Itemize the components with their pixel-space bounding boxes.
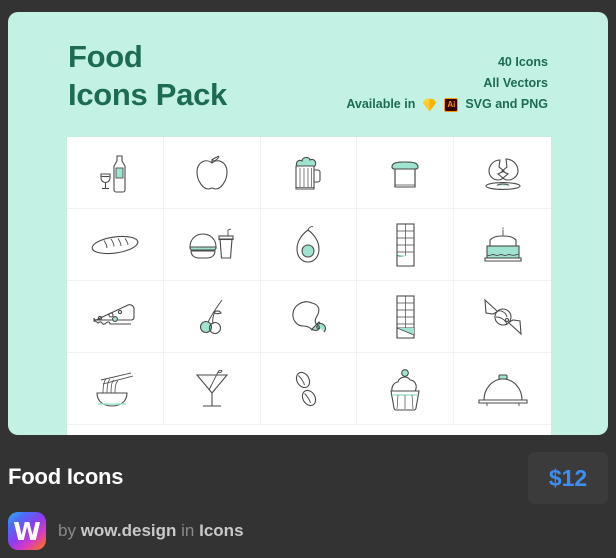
footer: Food Icons $12 W by wow.design in Icons — [0, 440, 616, 558]
available-in-label: Available in — [346, 97, 416, 111]
byline-by: by — [58, 521, 76, 540]
chicken-drumstick-icon — [282, 293, 334, 341]
author-name-link[interactable]: wow.design — [81, 521, 177, 540]
all-vectors-label: All Vectors — [483, 76, 548, 90]
icon-cell-noodle-bowl[interactable] — [67, 353, 164, 425]
icon-cell-wine-bottle-glass[interactable] — [67, 137, 164, 209]
icon-cell-burger-drink[interactable] — [163, 209, 261, 281]
wrapped-candy-icon — [476, 292, 530, 342]
icon-cell-apple[interactable] — [163, 137, 261, 209]
chocolate-bar-icon — [385, 219, 425, 271]
icon-cell-chocolate-bar-half[interactable] — [357, 281, 455, 353]
cheese-wedge-icon — [87, 296, 143, 338]
byline: by wow.design in Icons — [58, 521, 244, 541]
sketch-icon — [422, 98, 437, 112]
icon-grid — [67, 137, 551, 435]
icon-cell-chicken-drumstick[interactable] — [260, 281, 358, 353]
baguette-icon — [86, 225, 144, 265]
cherries-icon — [189, 292, 235, 342]
author-row: W by wow.design in Icons — [8, 512, 244, 550]
chocolate-bar-half-icon — [385, 291, 425, 343]
icon-cell-coffee-beans[interactable] — [260, 353, 358, 425]
icon-cell-wrapped-candy[interactable] — [454, 281, 551, 353]
coffee-beans-icon — [285, 363, 331, 415]
icon-cell-cocktail-glass[interactable] — [163, 353, 261, 425]
icon-cell-baguette[interactable] — [67, 209, 164, 281]
icon-cell-bread-loaf-slice[interactable] — [357, 137, 455, 209]
byline-in: in — [181, 521, 195, 540]
icon-cell-beer-mug[interactable] — [260, 137, 358, 209]
category-link[interactable]: Icons — [199, 521, 243, 540]
cupcake-icon — [380, 364, 430, 414]
birthday-cake-icon — [476, 222, 530, 268]
icon-cell-cherries[interactable] — [163, 281, 261, 353]
adobe-illustrator-icon: Ai — [444, 97, 459, 112]
icon-cell-cracked-egg[interactable] — [454, 137, 551, 209]
icon-cell-avocado[interactable] — [260, 209, 358, 281]
icon-cell-cloche-platter[interactable] — [454, 353, 551, 425]
avatar[interactable]: W — [8, 512, 46, 550]
icon-cell-cheese-wedge[interactable] — [67, 281, 164, 353]
product-title: Food Icons — [8, 464, 124, 489]
noodle-bowl-icon — [87, 364, 143, 414]
avocado-icon — [285, 220, 331, 270]
icon-count-label: 40 Icons — [497, 55, 548, 69]
card-header: Food Icons Pack 40 Icons All Vectors Ava… — [8, 12, 608, 137]
formats-label: SVG and PNG — [465, 97, 548, 111]
beer-mug-icon — [283, 148, 333, 198]
wow-design-logo-icon: W — [13, 516, 41, 546]
cocktail-glass-icon — [189, 363, 235, 415]
icon-cell-chocolate-bar[interactable] — [357, 209, 455, 281]
pack-title: Food Icons Pack — [68, 39, 227, 112]
cloche-platter-icon — [474, 367, 532, 411]
available-formats-row: Available in Ai SVG and PNG — [346, 94, 548, 115]
cracked-egg-icon — [475, 150, 531, 196]
icon-cell-cupcake[interactable] — [357, 353, 455, 425]
apple-icon — [186, 149, 238, 197]
price-label: $12 — [548, 464, 588, 491]
icon-cell-birthday-cake[interactable] — [454, 209, 551, 281]
price-badge[interactable]: $12 — [528, 452, 608, 504]
wine-bottle-glass-icon — [87, 148, 143, 198]
preview-card[interactable]: Food Icons Pack 40 Icons All Vectors Ava… — [8, 12, 608, 435]
burger-drink-icon — [184, 221, 240, 269]
pack-meta: 40 Icons All Vectors Available in Ai SVG… — [346, 52, 548, 115]
bread-loaf-slice-icon — [380, 150, 430, 196]
